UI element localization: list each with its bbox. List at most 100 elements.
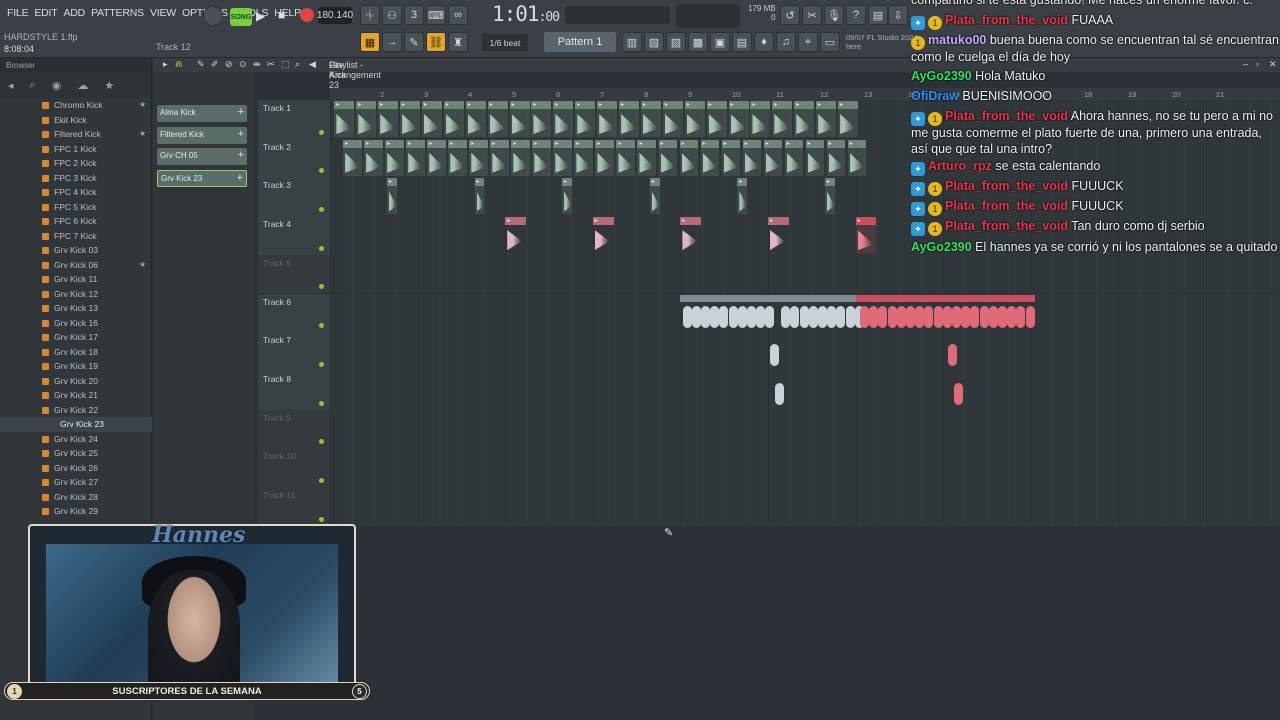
playlist-clip[interactable]: ▸ bbox=[427, 139, 446, 176]
menu-item-file[interactable]: FILE bbox=[4, 7, 31, 19]
favorites-icon[interactable]: ★ bbox=[104, 79, 114, 92]
play-icon[interactable]: ▶ bbox=[256, 9, 270, 23]
wait-icon[interactable]: ⚇ bbox=[382, 5, 402, 25]
browser-item[interactable]: Grv Kick 26 bbox=[0, 461, 152, 476]
playlist-clip[interactable]: ▸ bbox=[816, 101, 837, 137]
browser-item[interactable]: Chromo Kick ★ bbox=[0, 98, 152, 113]
arrow-icon[interactable]: → bbox=[382, 32, 402, 52]
browser-item[interactable]: Grv Kick 25 bbox=[0, 446, 152, 461]
magnet-icon[interactable]: ⋒ bbox=[175, 59, 183, 70]
playlist-clip[interactable]: ▸ bbox=[750, 101, 771, 137]
track-enable-led[interactable] bbox=[319, 168, 324, 174]
playlist-clip[interactable]: ▸ bbox=[448, 139, 467, 176]
browser-item[interactable]: FPC 4 Kick bbox=[0, 185, 152, 200]
playlist-clip[interactable]: ▸ bbox=[385, 139, 404, 176]
playlist-clip[interactable]: ▸ bbox=[768, 217, 789, 253]
playlist-clip[interactable]: ▸ bbox=[637, 139, 657, 176]
menu-item-patterns[interactable]: PATTERNS bbox=[88, 7, 147, 19]
undo-icon[interactable]: ↺ bbox=[780, 5, 800, 25]
browser-item[interactable]: Grv Kick 23 bbox=[0, 417, 152, 432]
draw-tool-icon[interactable]: ✎ bbox=[404, 32, 424, 52]
browser-item[interactable]: FPC 5 Kick bbox=[0, 200, 152, 215]
track-lane[interactable] bbox=[330, 448, 1280, 487]
playlist-clip[interactable]: ▸ bbox=[511, 139, 531, 176]
playlist-clip[interactable]: ▸ bbox=[532, 139, 552, 176]
plugin-database-icon[interactable]: ◉ bbox=[52, 79, 62, 92]
browser-item[interactable]: Grv Kick 21 bbox=[0, 388, 152, 403]
add-icon[interactable]: + bbox=[238, 128, 244, 140]
slip-icon[interactable]: ⇹ bbox=[253, 59, 261, 70]
track-header[interactable]: Track 9 bbox=[258, 409, 330, 449]
browser-item[interactable]: Ekit Kick bbox=[0, 113, 152, 128]
mixer-icon[interactable]: ▥ bbox=[622, 32, 642, 52]
playlist-clip[interactable]: ▸ bbox=[595, 139, 615, 176]
link-icon[interactable]: ⛓ bbox=[426, 32, 446, 52]
playlist-clip[interactable]: ▸ bbox=[763, 139, 783, 176]
playlist-clip[interactable]: ▸ bbox=[505, 217, 527, 253]
playlist-clip[interactable]: ▸ bbox=[855, 217, 877, 254]
playlist-clip[interactable]: ▸ bbox=[772, 101, 793, 137]
browser-item[interactable]: Grv Kick 24 bbox=[0, 432, 152, 447]
step-edit-icon[interactable]: ⌨ bbox=[426, 5, 446, 25]
track-header[interactable]: Track 8 bbox=[258, 370, 330, 410]
stamp-icon[interactable]: ♜ bbox=[448, 32, 468, 52]
playlist-clip[interactable]: ▸ bbox=[574, 139, 594, 176]
playlist-clip[interactable]: ▸ bbox=[619, 101, 640, 137]
playlist-clip[interactable]: ▸ bbox=[531, 101, 552, 137]
playlist-clip[interactable]: ▸ bbox=[737, 178, 748, 215]
edison-icon[interactable]: ♫ bbox=[776, 32, 796, 52]
star-icon[interactable]: ★ bbox=[139, 98, 146, 113]
playlist-clip[interactable]: ▸ bbox=[400, 101, 421, 137]
menu-item-add[interactable]: ADD bbox=[61, 7, 89, 19]
track-enable-led[interactable] bbox=[319, 245, 324, 251]
browser-item[interactable]: FPC 7 Kick bbox=[0, 229, 152, 244]
playlist-clip[interactable]: ▸ bbox=[509, 101, 530, 137]
track-lane[interactable] bbox=[330, 332, 1280, 371]
playlist-clip[interactable]: ▸ bbox=[640, 101, 661, 137]
playlist-clip[interactable]: ▸ bbox=[824, 178, 835, 215]
browser-item[interactable]: Grv Kick 11 bbox=[0, 272, 152, 287]
track-lane[interactable] bbox=[330, 409, 1280, 449]
save-icon[interactable]: ▤ bbox=[868, 5, 888, 25]
playlist-clip[interactable]: ▸ bbox=[356, 101, 377, 137]
menu-item-edit[interactable]: EDIT bbox=[31, 7, 60, 19]
browser-item[interactable]: Grv Kick 13 bbox=[0, 301, 152, 316]
playlist-clip[interactable]: ▸ bbox=[794, 101, 815, 137]
playlist-clip[interactable]: ▸ bbox=[421, 101, 442, 137]
record-button[interactable] bbox=[300, 8, 314, 22]
playlist-view-icon[interactable]: ▦ bbox=[360, 32, 380, 52]
browser-item[interactable]: FPC 3 Kick bbox=[0, 171, 152, 186]
countdown-icon[interactable]: 3 bbox=[404, 5, 424, 25]
tips-icon[interactable]: ▭ bbox=[820, 32, 840, 52]
playlist-clip[interactable]: ▸ bbox=[490, 139, 509, 176]
picker-channel[interactable]: Grv CH 05 + bbox=[157, 148, 247, 165]
help-icon[interactable]: ? bbox=[846, 5, 866, 25]
add-icon[interactable]: + bbox=[238, 149, 244, 161]
track-enable-led[interactable] bbox=[319, 361, 324, 367]
add-icon[interactable]: + bbox=[238, 106, 244, 118]
snap-select[interactable]: 1/6 beat bbox=[482, 34, 528, 51]
playlist-clip[interactable]: ▸ bbox=[826, 139, 846, 176]
search-icon[interactable]: ⌕ bbox=[30, 79, 36, 92]
playlist-clip[interactable]: ▸ bbox=[721, 139, 741, 176]
back-icon[interactable]: ◂ bbox=[8, 79, 14, 92]
mic-icon[interactable]: 🎙 bbox=[824, 5, 844, 25]
track-header[interactable]: Track 1 bbox=[258, 100, 330, 139]
track-header[interactable]: Track 3 bbox=[258, 177, 330, 217]
picker-channel[interactable]: Grv Kick 23 + bbox=[157, 169, 247, 187]
picker-channel[interactable]: Filtered Kick + bbox=[157, 126, 247, 144]
plugin-picker-icon[interactable]: ♦ bbox=[754, 32, 774, 52]
plugin-icon[interactable]: ▣ bbox=[710, 32, 730, 52]
browser-item[interactable]: Filtered Kick ★ bbox=[0, 127, 152, 142]
browser-item[interactable]: Grv Kick 18 bbox=[0, 345, 152, 360]
draw-icon[interactable]: ✎ bbox=[197, 59, 205, 70]
loop-record-icon[interactable]: ∞ bbox=[448, 5, 468, 25]
playlist-clip[interactable]: ▸ bbox=[700, 139, 720, 176]
stop-icon[interactable]: ■ bbox=[278, 8, 285, 22]
playlist-clip[interactable]: ▸ bbox=[684, 101, 705, 137]
browser-item[interactable]: Grv Kick 22 bbox=[0, 403, 152, 418]
star-icon[interactable]: ★ bbox=[139, 258, 146, 273]
render-icon[interactable]: ⇩ bbox=[888, 5, 908, 25]
track-enable-led[interactable] bbox=[319, 207, 324, 213]
playlist-clip[interactable]: ▸ bbox=[742, 139, 762, 176]
